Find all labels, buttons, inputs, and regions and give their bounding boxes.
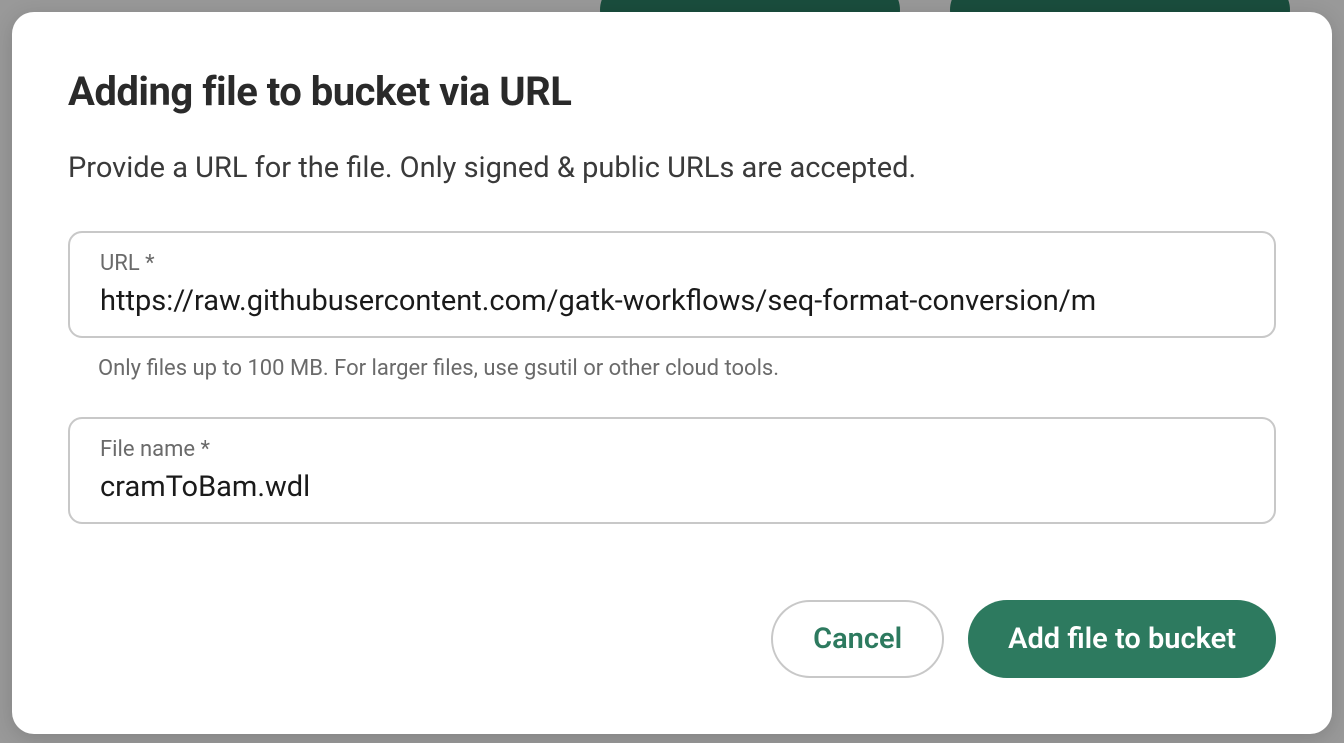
filename-input[interactable] [100,470,1244,504]
filename-field-wrapper[interactable]: File name * [68,417,1276,524]
modal-title: Adding file to bucket via URL [68,68,1276,115]
cancel-button[interactable]: Cancel [771,600,944,678]
filename-field-label: File name * [100,437,1244,462]
add-file-button[interactable]: Add file to bucket [968,600,1276,678]
filename-field-group: File name * [68,417,1276,524]
url-field-label: URL * [100,251,1244,276]
url-field-wrapper[interactable]: URL * [68,231,1276,338]
url-input[interactable] [100,284,1244,318]
url-field-hint: Only files up to 100 MB. For larger file… [98,356,1276,381]
modal-button-row: Cancel Add file to bucket [68,600,1276,678]
modal-description: Provide a URL for the file. Only signed … [68,151,1276,185]
url-field-group: URL * Only files up to 100 MB. For large… [68,231,1276,381]
add-file-modal: Adding file to bucket via URL Provide a … [12,12,1332,734]
